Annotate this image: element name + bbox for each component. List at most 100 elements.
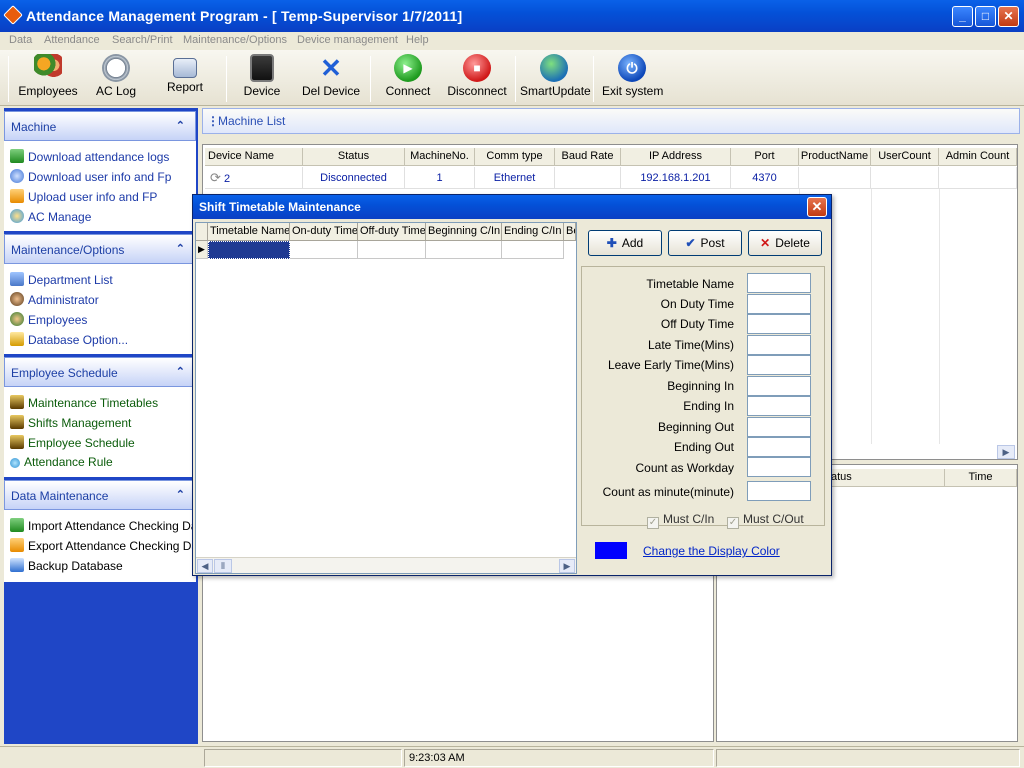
scroll-left-button[interactable]: ◀ <box>197 559 213 573</box>
col-admin-count[interactable]: Admin Count <box>939 148 1017 166</box>
cell-off-duty[interactable] <box>358 241 426 259</box>
checkbox-checked-icon: ✓ <box>727 517 739 529</box>
employees-button[interactable]: Employees <box>18 54 78 104</box>
count-as-workday-input[interactable] <box>747 457 811 477</box>
nav-backup-database[interactable]: Backup Database <box>10 558 123 576</box>
report-button[interactable]: Report <box>160 54 210 104</box>
col-baud-rate[interactable]: Baud Rate <box>555 148 621 166</box>
smartupdate-button[interactable]: SmartUpdate <box>520 54 591 104</box>
ending-out-input[interactable] <box>747 437 811 457</box>
count-as-minute-input[interactable] <box>747 481 811 501</box>
leave-early-time-input[interactable] <box>747 355 811 375</box>
selected-cell[interactable] <box>208 241 290 259</box>
col-status[interactable]: Status <box>303 148 405 166</box>
database-icon <box>10 332 24 346</box>
table-row[interactable]: ⟳ 2 <box>205 167 303 189</box>
schedule-section-body: Maintenance Timetables Shifts Management… <box>4 387 196 477</box>
menu-device-management[interactable]: Device management <box>297 34 398 46</box>
shift-timetable-dialog: Shift Timetable Maintenance ✕ Timetable … <box>192 194 832 576</box>
nav-download-attendance-logs[interactable]: Download attendance logs <box>10 149 169 167</box>
col-machine-no[interactable]: MachineNo. <box>405 148 475 166</box>
col-time[interactable]: Time <box>945 469 1017 487</box>
col-timetable-name[interactable]: Timetable Name <box>208 223 290 241</box>
cell-on-duty[interactable] <box>290 241 358 259</box>
connect-button[interactable]: ▶ Connect <box>382 54 434 104</box>
timetable-name-input[interactable] <box>747 273 811 293</box>
on-duty-time-input[interactable] <box>747 294 811 314</box>
col-off-duty-time[interactable]: Off-duty Time <box>358 223 426 241</box>
nav-maintenance-timetables[interactable]: Maintenance Timetables <box>10 395 158 413</box>
col-user-count[interactable]: UserCount <box>871 148 939 166</box>
post-button[interactable]: ✔ Post <box>668 230 742 256</box>
col-port[interactable]: Port <box>731 148 799 166</box>
device-button[interactable]: Device <box>236 54 288 104</box>
nav-ac-manage[interactable]: AC Manage <box>10 209 91 227</box>
nav-import-attendance-data[interactable]: Import Attendance Checking Data <box>10 518 207 536</box>
nav-database-option[interactable]: Database Option... <box>10 332 128 350</box>
change-display-color-link[interactable]: Change the Display Color <box>643 544 780 558</box>
ending-in-input[interactable] <box>747 396 811 416</box>
nav-employee-schedule[interactable]: Employee Schedule <box>10 435 135 453</box>
collapse-icon[interactable]: ⌃ <box>176 488 185 501</box>
menu-help[interactable]: Help <box>406 34 429 46</box>
off-duty-time-input[interactable] <box>747 314 811 334</box>
beginning-out-input[interactable] <box>747 417 811 437</box>
nav-export-attendance-data[interactable]: Export Attendance Checking Data <box>10 538 208 556</box>
data-maintenance-section-header[interactable]: Data Maintenance ⌃ <box>4 480 196 510</box>
label-count-as-workday: Count as Workday <box>635 461 735 475</box>
col-beginning-cout-partial[interactable]: Be <box>564 223 576 241</box>
maintenance-section-header[interactable]: Maintenance/Options ⌃ <box>4 234 196 264</box>
minimize-button[interactable]: _ <box>952 6 973 27</box>
delete-button[interactable]: ✕ Delete <box>748 230 822 256</box>
del-device-button[interactable]: ✕ Del Device <box>298 54 364 104</box>
toolbar: Employees AC Log Report Device ✕ Del Dev… <box>0 50 1024 106</box>
nav-employees[interactable]: Employees <box>10 312 87 330</box>
timetable-grid[interactable]: Timetable Name On-duty Time Off-duty Tim… <box>195 222 577 574</box>
cell-comm-type: Ethernet <box>475 167 555 189</box>
label-on-duty-time: On Duty Time <box>660 297 734 311</box>
nav-department-list[interactable]: Department List <box>10 272 113 290</box>
late-time-input[interactable] <box>747 335 811 355</box>
app-icon <box>3 5 23 25</box>
ac-log-button[interactable]: AC Log <box>90 54 142 104</box>
nav-upload-user-info[interactable]: Upload user info and FP <box>10 189 157 207</box>
must-cin-checkbox[interactable]: ✓ Must C/In <box>647 512 714 529</box>
rule-icon <box>10 458 20 468</box>
menu-attendance[interactable]: Attendance <box>44 34 100 46</box>
must-cout-checkbox[interactable]: ✓ Must C/Out <box>727 512 804 529</box>
collapse-icon[interactable]: ⌃ <box>176 365 185 378</box>
cell-ending-cin[interactable] <box>502 241 564 259</box>
menu-search-print[interactable]: Search/Print <box>112 34 173 46</box>
horizontal-scrollbar[interactable]: ◀ ⦀ ▶ <box>196 557 576 573</box>
col-device-name[interactable]: Device Name <box>205 148 303 166</box>
nav-download-user-info[interactable]: Download user info and Fp <box>10 169 171 187</box>
collapse-icon[interactable]: ⌃ <box>176 242 185 255</box>
beginning-in-input[interactable] <box>747 376 811 396</box>
scroll-thumb[interactable]: ⦀ <box>214 559 232 573</box>
collapse-icon[interactable]: ⌃ <box>176 119 185 132</box>
scroll-right-button[interactable]: ▶ <box>559 559 575 573</box>
cell-beginning-cin[interactable] <box>426 241 502 259</box>
col-on-duty-time[interactable]: On-duty Time <box>290 223 358 241</box>
close-button[interactable]: ✕ <box>998 6 1019 27</box>
menu-maintenance-options[interactable]: Maintenance/Options <box>183 34 287 46</box>
menu-data[interactable]: Data <box>9 34 32 46</box>
machine-section-header[interactable]: Machine ⌃ <box>4 111 196 141</box>
col-beginning-cin[interactable]: Beginning C/In <box>426 223 502 241</box>
nav-shifts-management[interactable]: Shifts Management <box>10 415 131 433</box>
col-product-name[interactable]: ProductName <box>799 148 871 166</box>
col-ip-address[interactable]: IP Address <box>621 148 731 166</box>
dialog-title-bar[interactable]: Shift Timetable Maintenance ✕ <box>193 195 831 219</box>
maximize-button[interactable]: □ <box>975 6 996 27</box>
col-status-partial[interactable]: atus <box>829 469 945 487</box>
nav-administrator[interactable]: Administrator <box>10 292 99 310</box>
disconnect-button[interactable]: ■ Disconnect <box>446 54 508 104</box>
col-ending-cin[interactable]: Ending C/In <box>502 223 564 241</box>
scroll-right-button[interactable]: ▶ <box>997 445 1015 459</box>
schedule-section-header[interactable]: Employee Schedule ⌃ <box>4 357 196 387</box>
nav-attendance-rule[interactable]: Attendance Rule <box>10 455 113 473</box>
col-comm-type[interactable]: Comm type <box>475 148 555 166</box>
add-button[interactable]: ✚ Add <box>588 230 662 256</box>
dialog-close-button[interactable]: ✕ <box>807 197 827 217</box>
exit-system-button[interactable]: ⏻ Exit system <box>602 54 663 104</box>
